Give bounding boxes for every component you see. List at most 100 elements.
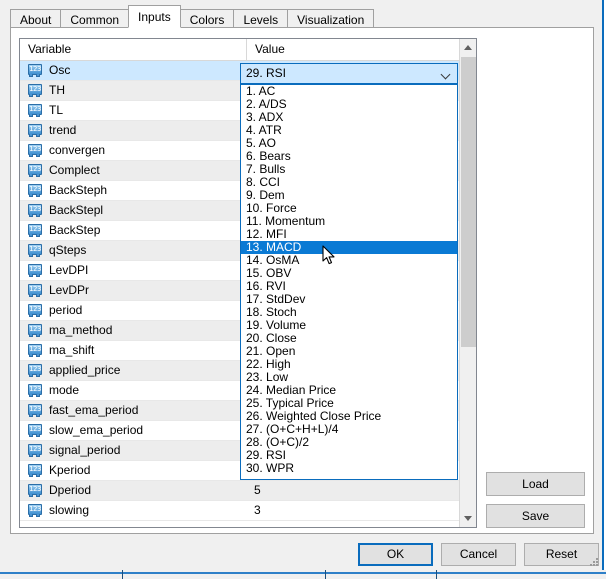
osc-value-combobox[interactable]: 29. RSI — [240, 63, 458, 84]
tab-levels[interactable]: Levels — [233, 9, 288, 29]
variable-name-cell: 123qSteps — [20, 241, 246, 260]
chevron-down-icon[interactable] — [442, 71, 451, 77]
tab-common[interactable]: Common — [60, 9, 129, 29]
variable-name-cell: 123 signal_period — [20, 441, 246, 460]
scroll-down-button[interactable] — [460, 510, 476, 527]
variable-name-cell: 123 LevDPr — [20, 281, 246, 300]
number-type-icon: 123 — [28, 84, 42, 97]
variable-label: fast_ema_period — [49, 401, 138, 420]
number-type-icon: 123 — [28, 284, 42, 297]
variable-name-cell: 123 TL — [20, 101, 246, 120]
tab-inputs[interactable]: Inputs — [128, 5, 181, 28]
variable-name-cell: 123 ma_method — [20, 321, 246, 340]
variable-name-cell: 123 BackStepl — [20, 201, 246, 220]
load-button[interactable]: Load — [486, 472, 585, 496]
variable-name-cell: 123 BackSteph — [20, 181, 246, 200]
variable-name-cell: 123 slow_ema_period — [20, 421, 246, 440]
number-type-icon: 123 — [28, 244, 42, 257]
number-type-icon: 123 — [28, 184, 42, 197]
number-type-icon: 123 — [28, 124, 42, 137]
variable-name-cell: 123 ma_shift — [20, 341, 246, 360]
variable-name-cell: 123 Osc — [20, 61, 246, 80]
dropdown-option[interactable]: 30. WPR — [241, 462, 457, 475]
save-button[interactable]: Save — [486, 504, 585, 528]
variable-label: BackStep — [49, 221, 100, 240]
table-row[interactable]: 123 Dperiod 5 — [20, 481, 460, 501]
scrollbar-thumb[interactable] — [461, 57, 476, 347]
variable-name-cell: 123 trend — [20, 121, 246, 140]
variable-name-cell: 123 mode — [20, 381, 246, 400]
scroll-up-button[interactable] — [460, 39, 476, 56]
number-type-icon: 123 — [28, 484, 42, 497]
variable-label: mode — [49, 381, 79, 400]
number-type-icon: 123 — [28, 304, 42, 317]
chevron-down-icon — [464, 516, 472, 521]
tab-visualization[interactable]: Visualization — [287, 9, 374, 29]
screen: About Common Inputs Colors Levels Visual… — [0, 0, 606, 579]
variable-label: slowing — [49, 501, 89, 520]
number-type-icon: 123 — [28, 444, 42, 457]
variable-label: slow_ema_period — [49, 421, 143, 440]
number-type-icon: 123 — [28, 204, 42, 217]
variable-label: ma_method — [49, 321, 112, 340]
variable-label: Osc — [49, 61, 70, 80]
number-type-icon: 123 — [28, 64, 42, 77]
number-type-icon: 123 — [28, 464, 42, 477]
indicator-properties-dialog: About Common Inputs Colors Levels Visual… — [0, 0, 604, 570]
variable-name-cell: 123 Kperiod — [20, 461, 246, 480]
number-type-icon: 123 — [28, 384, 42, 397]
number-type-icon: 123 — [28, 144, 42, 157]
osc-dropdown-list[interactable]: 1. AC2. A/DS3. ADX4. ATR5. AO6. Bears7. … — [240, 84, 458, 480]
variable-name-cell: 123 convergen — [20, 141, 246, 160]
tab-colors[interactable]: Colors — [180, 9, 235, 29]
background-tick — [436, 570, 437, 579]
variable-name-cell: 123 fast_ema_period — [20, 401, 246, 420]
variable-label: Complect — [49, 161, 100, 180]
ok-button[interactable]: OK — [358, 543, 433, 566]
grid-header-row: Variable Value — [20, 39, 476, 61]
variable-name-cell: 123 Complect — [20, 161, 246, 180]
background-tick — [122, 570, 123, 579]
background-window-line — [0, 572, 606, 574]
variable-label: ma_shift — [49, 341, 94, 360]
cancel-button[interactable]: Cancel — [441, 543, 516, 566]
variable-label: period — [49, 301, 82, 320]
column-header-value: Value — [246, 39, 460, 60]
table-row[interactable]: 123 slowing 3 — [20, 501, 460, 521]
variable-name-cell: 123 TH — [20, 81, 246, 100]
number-type-icon: 123 — [28, 324, 42, 337]
number-type-icon: 123 — [28, 224, 42, 237]
tab-strip: About Common Inputs Colors Levels Visual… — [10, 6, 373, 28]
variable-name-cell: 123 applied_price — [20, 361, 246, 380]
variable-label: trend — [49, 121, 76, 140]
column-header-variable: Variable — [20, 39, 246, 60]
variable-name-cell: 123 Dperiod — [20, 481, 246, 500]
variable-label: applied_price — [49, 361, 120, 380]
variable-value-cell[interactable]: 3 — [246, 501, 460, 520]
number-type-icon: 123 — [28, 164, 42, 177]
tab-about[interactable]: About — [10, 9, 61, 29]
number-type-icon: 123 — [28, 104, 42, 117]
variable-label: LevDPI — [49, 261, 88, 280]
variable-label: Dperiod — [49, 481, 91, 500]
number-type-icon: 123 — [28, 504, 42, 517]
number-type-icon: 123 — [28, 344, 42, 357]
number-type-icon: 123 — [28, 364, 42, 377]
variable-label: LevDPr — [49, 281, 89, 300]
variable-label: TL — [49, 101, 63, 120]
variable-label: BackSteph — [49, 181, 107, 200]
variable-label: BackStepl — [49, 201, 103, 220]
variable-label: TH — [49, 81, 65, 100]
grid-vertical-scrollbar[interactable] — [459, 39, 476, 527]
variable-label: convergen — [49, 141, 105, 160]
resize-grip[interactable] — [589, 557, 599, 567]
variable-name-cell: 123 period — [20, 301, 246, 320]
variable-name-cell: 123 slowing — [20, 501, 246, 520]
variable-label: signal_period — [49, 441, 120, 460]
number-type-icon: 123 — [28, 424, 42, 437]
reset-button[interactable]: Reset — [524, 543, 599, 566]
variable-label: Kperiod — [49, 461, 90, 480]
variable-value-cell[interactable]: 5 — [246, 481, 460, 500]
chevron-up-icon — [464, 45, 472, 50]
number-type-icon: 123 — [28, 404, 42, 417]
